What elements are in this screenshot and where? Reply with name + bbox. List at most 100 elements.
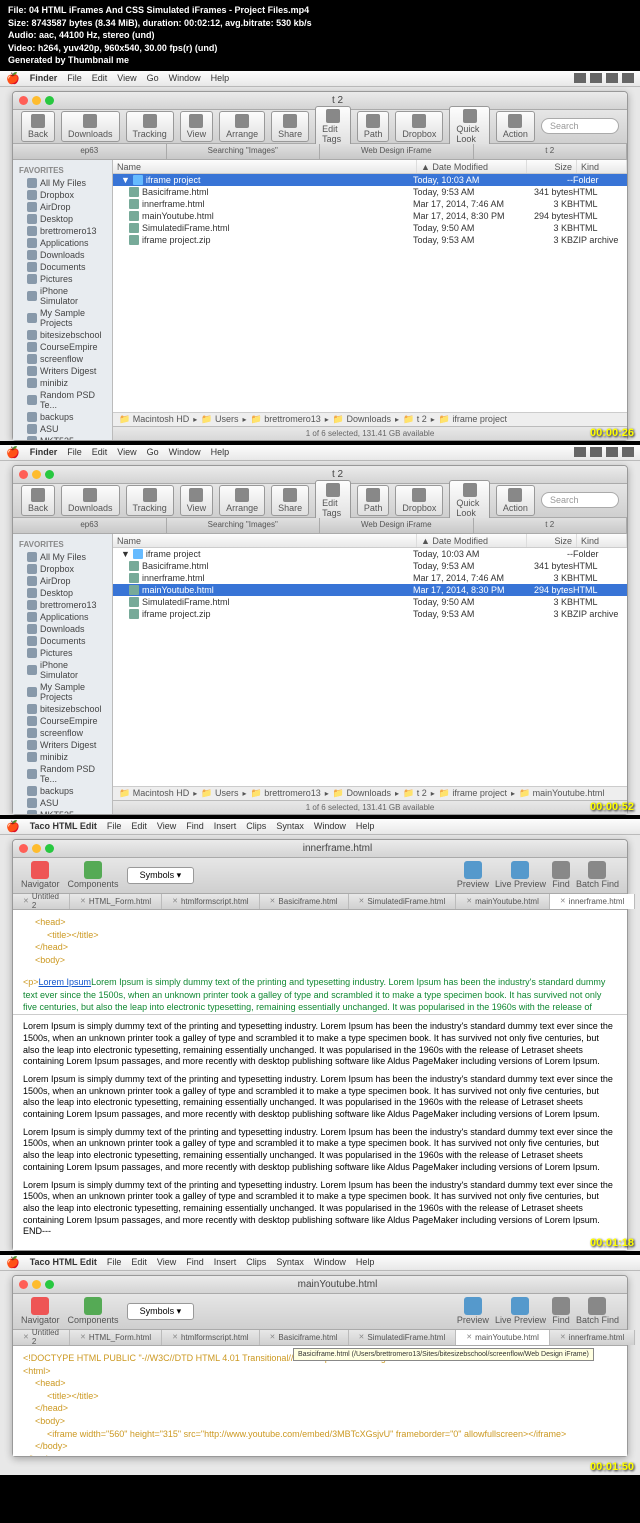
apple-icon[interactable]: 🍎 [6, 820, 20, 833]
sidebar-item[interactable]: Random PSD Te... [13, 763, 112, 785]
action-button[interactable]: Action [496, 111, 535, 142]
menu-file[interactable]: File [67, 447, 82, 457]
editor-tab[interactable]: ✕Untitled 2 [13, 1330, 70, 1345]
sidebar-item[interactable]: CourseEmpire [13, 341, 112, 353]
sidebar-item[interactable]: Dropbox [13, 563, 112, 575]
sidebar-item[interactable]: Applications [13, 237, 112, 249]
tracking-button[interactable]: Tracking [126, 111, 174, 142]
back-button[interactable]: Back [21, 111, 55, 142]
menu-syntax[interactable]: Syntax [276, 1257, 304, 1267]
tab[interactable]: Web Design iFrame [320, 144, 474, 159]
find-button[interactable]: Find [552, 1297, 570, 1325]
path-bar[interactable]: 📁 Macintosh HD ▸ 📁 Users ▸ 📁 brettromero… [113, 412, 627, 426]
path-segment[interactable]: 📁 Downloads [333, 414, 391, 425]
menu-insert[interactable]: Insert [214, 821, 237, 831]
file-row[interactable]: Basiciframe.html Today, 9:53 AM341 bytes… [113, 186, 627, 198]
preview-button[interactable]: Preview [457, 1297, 489, 1325]
file-row[interactable]: mainYoutube.html Mar 17, 2014, 8:30 PM29… [113, 584, 627, 596]
path-segment[interactable]: 📁 Macintosh HD [119, 788, 189, 799]
sidebar-item[interactable]: minibiz [13, 377, 112, 389]
sidebar-item[interactable]: Pictures [13, 647, 112, 659]
menu-window[interactable]: Window [314, 821, 346, 831]
editor-tab[interactable]: ✕SimulatediFrame.html [349, 1330, 457, 1345]
tab[interactable]: Searching "Images" [167, 518, 321, 533]
menu-find[interactable]: Find [186, 1257, 204, 1267]
quicklook-button[interactable]: Quick Look [449, 480, 490, 521]
components-button[interactable]: Components [68, 861, 119, 889]
menu-go[interactable]: Go [147, 73, 159, 83]
menu-clips[interactable]: Clips [246, 1257, 266, 1267]
menu-file[interactable]: File [107, 1257, 122, 1267]
menu-edit[interactable]: Edit [131, 1257, 147, 1267]
column-headers[interactable]: Name▲ Date ModifiedSizeKind [113, 160, 627, 174]
sidebar-item[interactable]: backups [13, 411, 112, 423]
sidebar-item[interactable]: screenflow [13, 353, 112, 365]
editor-tab[interactable]: ✕innerframe.html [550, 1330, 635, 1345]
path-segment[interactable]: 📁 Downloads [333, 788, 391, 799]
menu-window[interactable]: Window [169, 447, 201, 457]
sidebar-item[interactable]: Downloads [13, 249, 112, 261]
components-button[interactable]: Components [68, 1297, 119, 1325]
menu-go[interactable]: Go [147, 447, 159, 457]
path-segment[interactable]: 📁 t 2 [403, 414, 427, 425]
editor-tab[interactable]: ✕mainYoutube.html [456, 1330, 550, 1345]
sidebar-item[interactable]: Desktop [13, 213, 112, 225]
menu-help[interactable]: Help [356, 1257, 375, 1267]
tab[interactable]: t 2 [474, 144, 628, 159]
tab[interactable]: ep63 [13, 518, 167, 533]
sidebar-item[interactable]: Applications [13, 611, 112, 623]
menu-window[interactable]: Window [169, 73, 201, 83]
code-editor[interactable]: <!DOCTYPE HTML PUBLIC "-//W3C//DTD HTML … [13, 1346, 627, 1456]
batch-find-button[interactable]: Batch Find [576, 1297, 619, 1325]
menu-view[interactable]: View [117, 447, 136, 457]
path-button[interactable]: Path [357, 111, 390, 142]
dropbox-button[interactable]: Dropbox [395, 485, 443, 516]
sidebar-item[interactable]: Documents [13, 261, 112, 273]
app-name[interactable]: Finder [30, 447, 58, 457]
view-button[interactable]: View [180, 111, 213, 142]
menu-clips[interactable]: Clips [246, 821, 266, 831]
action-button[interactable]: Action [496, 485, 535, 516]
traffic-lights[interactable] [19, 96, 54, 105]
tab[interactable]: Web Design iFrame [320, 518, 474, 533]
back-button[interactable]: Back [21, 485, 55, 516]
apple-icon[interactable]: 🍎 [6, 72, 20, 85]
editor-tab[interactable]: ✕htmlformscript.html [162, 894, 259, 909]
menu-help[interactable]: Help [211, 73, 230, 83]
tab[interactable]: Searching "Images" [167, 144, 321, 159]
file-row[interactable]: Basiciframe.html Today, 9:53 AM341 bytes… [113, 560, 627, 572]
file-row[interactable]: ▼ iframe project Today, 10:03 AM--Folder [113, 548, 627, 560]
path-segment[interactable]: 📁 Users [201, 414, 238, 425]
menu-edit[interactable]: Edit [131, 821, 147, 831]
path-segment[interactable]: 📁 iframe project [439, 414, 507, 425]
path-segment[interactable]: 📁 Macintosh HD [119, 414, 189, 425]
sidebar-item[interactable]: ASU [13, 797, 112, 809]
path-bar[interactable]: 📁 Macintosh HD ▸ 📁 Users ▸ 📁 brettromero… [113, 786, 627, 800]
edittags-button[interactable]: Edit Tags [315, 106, 351, 147]
sidebar-item[interactable]: iPhone Simulator [13, 285, 112, 307]
live-preview-button[interactable]: Live Preview [495, 861, 546, 889]
preview-button[interactable]: Preview [457, 861, 489, 889]
sidebar-item[interactable]: My Sample Projects [13, 681, 112, 703]
file-row[interactable]: SimulatediFrame.html Today, 9:50 AM3 KBH… [113, 596, 627, 608]
menu-syntax[interactable]: Syntax [276, 821, 304, 831]
sidebar-item[interactable]: Writers Digest [13, 739, 112, 751]
edittags-button[interactable]: Edit Tags [315, 480, 351, 521]
file-row[interactable]: mainYoutube.html Mar 17, 2014, 8:30 PM29… [113, 210, 627, 222]
editor-tab[interactable]: ✕innerframe.html [550, 894, 635, 909]
tracking-button[interactable]: Tracking [126, 485, 174, 516]
path-segment[interactable]: 📁 brettromero13 [250, 414, 320, 425]
sidebar-item[interactable]: screenflow [13, 727, 112, 739]
editor-tab[interactable]: ✕Basiciframe.html [260, 1330, 349, 1345]
sidebar-item[interactable]: iPhone Simulator [13, 659, 112, 681]
symbols-dropdown[interactable]: Symbols ▾ [127, 1303, 195, 1320]
sidebar-item[interactable]: Documents [13, 635, 112, 647]
file-row[interactable]: innerframe.html Mar 17, 2014, 7:46 AM3 K… [113, 198, 627, 210]
file-row[interactable]: iframe project.zip Today, 9:53 AM3 KBZIP… [113, 608, 627, 620]
column-headers[interactable]: Name▲ Date ModifiedSizeKind [113, 534, 627, 548]
apple-icon[interactable]: 🍎 [6, 1256, 20, 1269]
path-segment[interactable]: 📁 t 2 [403, 788, 427, 799]
sidebar-item[interactable]: Writers Digest [13, 365, 112, 377]
find-button[interactable]: Find [552, 861, 570, 889]
editor-tab[interactable]: ✕Untitled 2 [13, 894, 70, 909]
